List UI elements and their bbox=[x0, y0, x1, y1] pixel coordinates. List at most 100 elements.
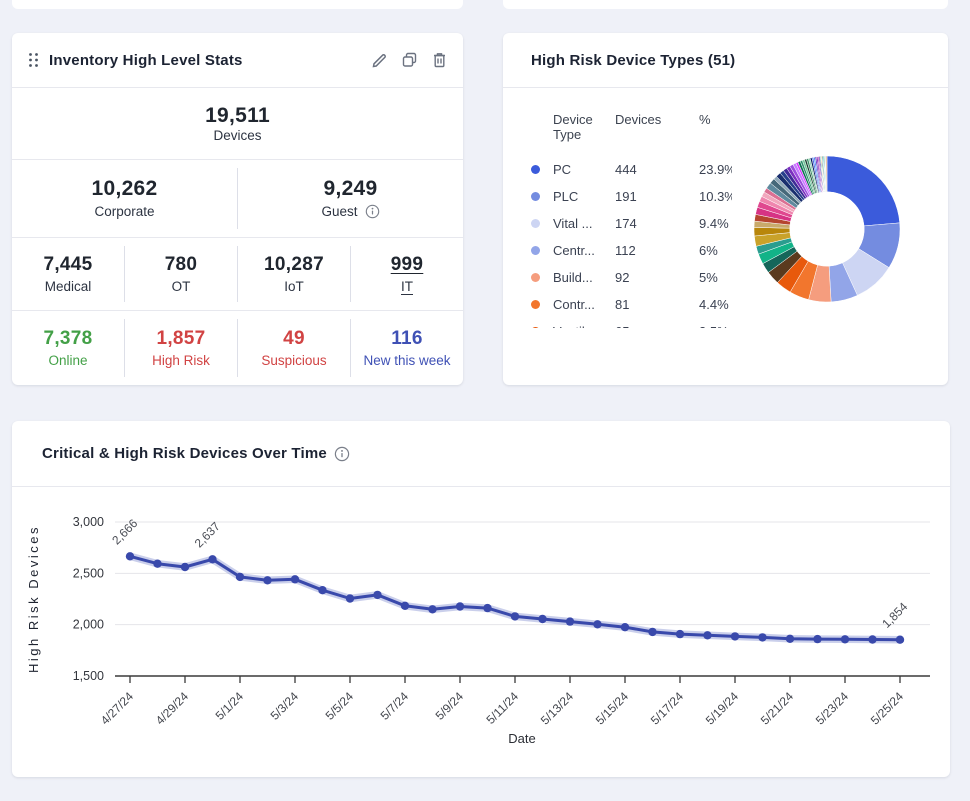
x-tick-label: 5/9/24 bbox=[433, 689, 467, 723]
table-row[interactable]: Centr... 112 6% bbox=[531, 237, 732, 264]
info-icon[interactable] bbox=[334, 446, 350, 462]
guest-label: Guest bbox=[321, 204, 358, 220]
legend-dot bbox=[531, 246, 540, 255]
x-tick-label: 4/29/24 bbox=[153, 689, 191, 727]
y-tick-label: 2,500 bbox=[73, 566, 104, 580]
device-type-label: PC bbox=[553, 162, 572, 177]
data-point[interactable] bbox=[153, 559, 162, 568]
corporate-stat: 10,262 Corporate bbox=[12, 168, 237, 228]
trash-icon[interactable] bbox=[432, 52, 447, 68]
data-point[interactable] bbox=[510, 612, 520, 621]
data-point[interactable] bbox=[730, 632, 740, 641]
device-count: 174 bbox=[615, 216, 637, 231]
device-pct: 4.4% bbox=[699, 297, 729, 312]
corporate-guest-row: 10,262 Corporate 9,249 Guest bbox=[12, 160, 463, 238]
total-devices-value: 19,511 bbox=[205, 104, 270, 127]
data-point[interactable] bbox=[428, 605, 437, 614]
corporate-value: 10,262 bbox=[91, 177, 158, 201]
data-point[interactable] bbox=[290, 575, 300, 584]
legend-dot bbox=[531, 300, 540, 309]
copy-icon[interactable] bbox=[402, 52, 418, 68]
data-point[interactable] bbox=[235, 572, 245, 582]
point-value-label: 2,637 bbox=[192, 519, 223, 550]
device-pct: 10.3% bbox=[699, 189, 732, 204]
data-point[interactable] bbox=[593, 620, 602, 629]
data-point[interactable] bbox=[758, 633, 767, 642]
device-type-label: Contr... bbox=[553, 297, 595, 312]
it-stat-link[interactable]: 999 IT bbox=[350, 245, 463, 303]
x-tick-label: 5/7/24 bbox=[378, 689, 412, 723]
edit-icon[interactable] bbox=[371, 52, 388, 69]
x-tick-label: 4/27/24 bbox=[98, 689, 136, 727]
data-point[interactable] bbox=[373, 590, 382, 600]
device-type-label: Ventil... bbox=[553, 324, 615, 328]
table-row[interactable]: Build... 92 5% bbox=[531, 264, 732, 291]
donut-slice[interactable] bbox=[826, 155, 901, 227]
data-point[interactable] bbox=[785, 634, 795, 643]
x-tick-label: 5/23/24 bbox=[813, 689, 851, 727]
table-row[interactable]: Contr... 81 4.4% bbox=[531, 291, 732, 318]
device-types-donut-chart[interactable] bbox=[732, 134, 922, 324]
legend-dot bbox=[531, 219, 540, 228]
device-count: 92 bbox=[615, 270, 630, 285]
data-point[interactable] bbox=[648, 627, 657, 637]
data-point[interactable] bbox=[868, 635, 877, 644]
data-point[interactable] bbox=[180, 562, 190, 572]
data-point[interactable] bbox=[675, 629, 685, 639]
device-types-card-header: High Risk Device Types (51) bbox=[503, 33, 948, 88]
trend-line bbox=[128, 554, 902, 642]
online-stat: 7,378 Online bbox=[43, 328, 93, 368]
table-row[interactable]: Ventil...653.5% bbox=[531, 318, 732, 328]
data-point[interactable] bbox=[813, 634, 822, 644]
data-point[interactable] bbox=[840, 635, 850, 644]
device-count: 65 bbox=[615, 324, 699, 328]
device-count: 444 bbox=[615, 162, 637, 177]
data-point[interactable] bbox=[345, 594, 355, 603]
clipped-card-top-right bbox=[503, 0, 948, 9]
data-point[interactable] bbox=[620, 623, 630, 632]
x-tick-label: 5/15/24 bbox=[593, 689, 631, 727]
data-point[interactable] bbox=[263, 576, 272, 585]
suspicious-stat: 49 Suspicious bbox=[237, 319, 350, 377]
trend-chart-area[interactable]: 1,500 2,000 2,500 3,000 4/27/24 4/29/24 5/1/24… bbox=[12, 487, 950, 777]
device-pct: 6% bbox=[699, 243, 718, 258]
corporate-label: Corporate bbox=[94, 204, 155, 220]
drag-handle-icon[interactable] bbox=[28, 52, 39, 68]
legend-dot bbox=[531, 165, 540, 174]
x-tick-label: 5/5/24 bbox=[323, 689, 357, 723]
x-tick-label: 5/3/24 bbox=[268, 689, 302, 723]
card-title: Inventory High Level Stats bbox=[49, 51, 243, 69]
data-point[interactable] bbox=[703, 631, 712, 640]
device-types-table: DeviceTypeDevices% PC 444 23.9% PLC 191 10.3% V… bbox=[531, 112, 732, 328]
point-value-label: 1,854 bbox=[879, 599, 910, 630]
data-point[interactable] bbox=[895, 635, 905, 644]
device-pct: 9.4% bbox=[699, 216, 729, 231]
x-tick-label: 5/25/24 bbox=[868, 689, 906, 727]
data-point[interactable] bbox=[483, 603, 492, 613]
device-pct: 23.9% bbox=[699, 162, 732, 177]
device-count: 191 bbox=[615, 189, 637, 204]
data-point[interactable] bbox=[400, 601, 410, 610]
data-point[interactable] bbox=[318, 586, 327, 595]
data-point[interactable] bbox=[455, 602, 465, 611]
legend-dot bbox=[531, 327, 540, 328]
x-tick-label: 5/19/24 bbox=[703, 689, 741, 727]
y-tick-label: 3,000 bbox=[73, 515, 104, 529]
data-point[interactable] bbox=[565, 617, 575, 626]
card-title: Critical & High Risk Devices Over Time bbox=[42, 445, 327, 462]
device-type-label: Build... bbox=[553, 270, 593, 285]
device-pct: 5% bbox=[699, 270, 718, 285]
data-point[interactable] bbox=[125, 552, 135, 561]
data-point[interactable] bbox=[538, 614, 547, 624]
point-value-label: 2,666 bbox=[109, 516, 140, 547]
legend-dot bbox=[531, 192, 540, 201]
data-point[interactable] bbox=[208, 555, 217, 564]
ot-stat: 780 OT bbox=[124, 245, 237, 303]
table-header: Device Type Devices% bbox=[553, 112, 711, 142]
y-tick-label: 2,000 bbox=[73, 618, 104, 632]
table-row[interactable]: Vital ... 174 9.4% bbox=[531, 210, 732, 237]
info-icon[interactable] bbox=[365, 204, 380, 219]
table-row[interactable]: PLC 191 10.3% bbox=[531, 183, 732, 210]
table-row[interactable]: PC 444 23.9% bbox=[531, 156, 732, 183]
inventory-card-header: Inventory High Level Stats bbox=[12, 33, 463, 88]
